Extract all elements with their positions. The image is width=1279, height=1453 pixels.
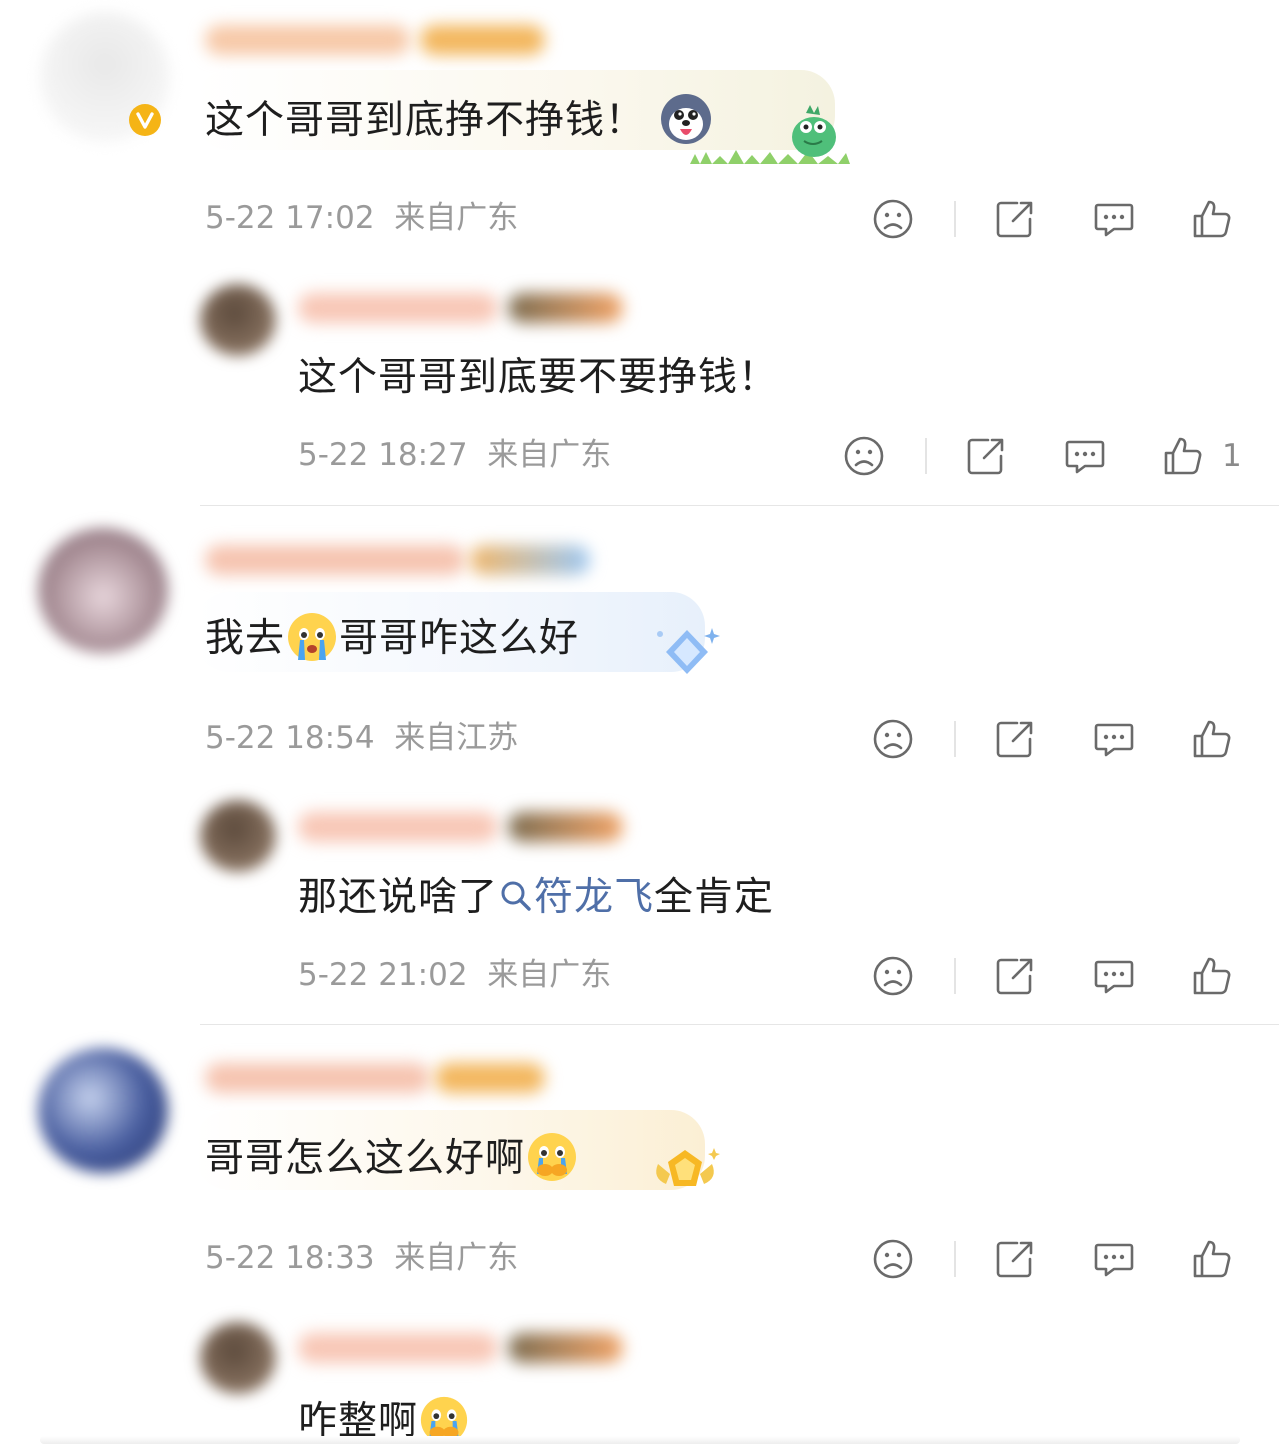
touched-emoji-icon bbox=[418, 1394, 470, 1453]
share-button[interactable] bbox=[993, 1237, 1037, 1281]
comment-icon bbox=[1094, 203, 1134, 237]
comment-icon bbox=[1094, 723, 1134, 757]
share-button[interactable] bbox=[993, 197, 1037, 241]
reply-meta: 5-22 18:27 来自广东 bbox=[298, 437, 612, 473]
sad-face-icon bbox=[873, 199, 913, 239]
like-button[interactable] bbox=[1190, 717, 1234, 761]
comment-meta: 5-22 18:33 来自广东 bbox=[205, 1240, 519, 1276]
username[interactable] bbox=[205, 545, 465, 575]
share-button[interactable] bbox=[993, 954, 1037, 998]
share-icon bbox=[996, 721, 1033, 758]
diamond-badge-icon bbox=[654, 624, 720, 680]
reply-username[interactable] bbox=[298, 812, 498, 842]
user-level-badge bbox=[470, 545, 590, 575]
user-level-badge bbox=[435, 1063, 545, 1093]
sad-face-icon bbox=[873, 956, 913, 996]
reply-username[interactable] bbox=[298, 293, 498, 323]
sad-face-icon bbox=[873, 719, 913, 759]
username[interactable] bbox=[205, 25, 410, 55]
comment-meta: 5-22 18:54 来自江苏 bbox=[205, 720, 519, 756]
gold-badge-icon bbox=[650, 1144, 720, 1200]
sad-face-icon bbox=[844, 436, 884, 476]
share-button[interactable] bbox=[964, 434, 1008, 478]
share-icon bbox=[996, 201, 1033, 238]
topic-link[interactable]: 符龙飞 bbox=[498, 875, 654, 920]
reply-text: 咋整啊 bbox=[298, 1394, 470, 1453]
like-button[interactable] bbox=[1190, 1237, 1234, 1281]
like-button[interactable] bbox=[1190, 197, 1234, 241]
avatar[interactable] bbox=[38, 1048, 168, 1173]
comment-meta: 5-22 17:02 来自广东 bbox=[205, 200, 519, 236]
comment-divider bbox=[200, 1024, 1279, 1025]
dislike-button[interactable] bbox=[871, 1237, 915, 1281]
share-icon bbox=[967, 438, 1004, 475]
reply-text: 这个哥哥到底要不要挣钱！ bbox=[298, 355, 779, 400]
divider bbox=[954, 201, 956, 237]
comment-button[interactable] bbox=[1092, 717, 1136, 761]
thumbs-up-icon bbox=[1193, 1240, 1231, 1278]
reply-user-badge bbox=[508, 812, 623, 842]
comment-button[interactable] bbox=[1092, 954, 1136, 998]
divider bbox=[954, 1241, 956, 1277]
like-button[interactable] bbox=[1190, 954, 1234, 998]
reply-meta: 5-22 21:02 来自广东 bbox=[298, 957, 612, 993]
comment-button[interactable] bbox=[1092, 197, 1136, 241]
reply-text: 那还说啥了 符龙飞全肯定 bbox=[298, 875, 775, 920]
share-icon bbox=[996, 1241, 1033, 1278]
comment-divider bbox=[200, 505, 1279, 506]
comment-button[interactable] bbox=[1063, 434, 1107, 478]
reply-username[interactable] bbox=[298, 1333, 498, 1363]
user-level-badge bbox=[420, 25, 545, 55]
share-icon bbox=[996, 958, 1033, 995]
verified-badge-icon bbox=[128, 103, 162, 137]
reply-user-badge bbox=[508, 293, 623, 323]
dislike-button[interactable] bbox=[871, 197, 915, 241]
username[interactable] bbox=[205, 1063, 430, 1093]
comment-icon bbox=[1094, 960, 1134, 994]
comment-text: 我去 哥哥咋这么好 bbox=[205, 610, 579, 671]
like-button[interactable] bbox=[1161, 434, 1205, 478]
touched-emoji-icon bbox=[525, 1130, 579, 1191]
husky-emoji-icon bbox=[658, 91, 714, 154]
avatar[interactable] bbox=[38, 528, 168, 653]
divider bbox=[925, 438, 927, 474]
dislike-button[interactable] bbox=[871, 954, 915, 998]
dislike-button[interactable] bbox=[871, 717, 915, 761]
comment-text: 这个哥哥到底挣不挣钱！ bbox=[205, 91, 714, 154]
thumbs-up-icon bbox=[1193, 200, 1231, 238]
dinosaur-sticker-icon bbox=[786, 103, 840, 159]
sad-face-icon bbox=[873, 1239, 913, 1279]
reply-avatar[interactable] bbox=[200, 284, 276, 356]
comment-icon bbox=[1065, 440, 1105, 474]
comment-button[interactable] bbox=[1092, 1237, 1136, 1281]
bottom-bar bbox=[40, 1436, 1240, 1444]
thumbs-up-icon bbox=[1193, 957, 1231, 995]
like-count: 1 bbox=[1222, 438, 1242, 474]
divider bbox=[954, 958, 956, 994]
divider bbox=[954, 721, 956, 757]
dislike-button[interactable] bbox=[842, 434, 886, 478]
share-button[interactable] bbox=[993, 717, 1037, 761]
thumbs-up-icon bbox=[1193, 720, 1231, 758]
comment-icon bbox=[1094, 1243, 1134, 1277]
search-icon bbox=[498, 878, 534, 921]
reply-user-badge bbox=[508, 1333, 623, 1363]
thumbs-up-icon bbox=[1164, 437, 1202, 475]
crying-emoji-icon bbox=[285, 610, 339, 671]
reply-avatar[interactable] bbox=[200, 800, 276, 872]
reply-avatar[interactable] bbox=[200, 1322, 276, 1394]
comment-text: 哥哥怎么这么好啊 bbox=[205, 1130, 579, 1191]
